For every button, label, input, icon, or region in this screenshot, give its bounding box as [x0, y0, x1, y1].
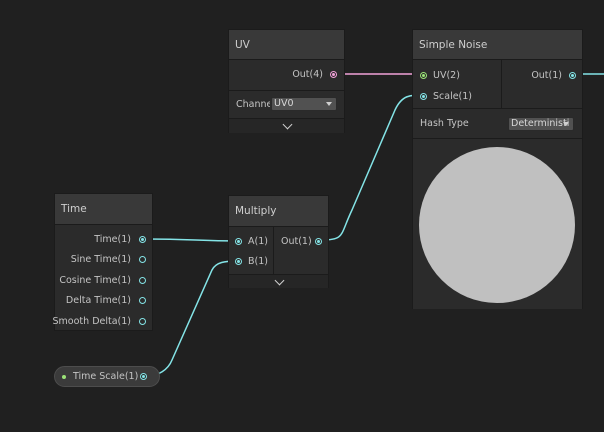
chevron-down-icon [282, 119, 292, 130]
multiply-output-label: Out(1) [281, 236, 312, 247]
smooth-delta-output-label: Smooth Delta(1) [52, 316, 131, 327]
simple-noise-header[interactable]: Simple Noise [413, 30, 582, 60]
uv-output-label: Out(4) [292, 69, 323, 80]
simple-noise-node[interactable]: Simple Noise UV(2) Scale(1) Out(1) Hash … [412, 29, 583, 309]
delta-time-output-label: Delta Time(1) [65, 295, 131, 306]
multiply-a-input-label: A(1) [248, 236, 268, 247]
sine-time-output-label: Sine Time(1) [70, 254, 131, 265]
simple-noise-title: Simple Noise [419, 39, 488, 51]
noise-settings-section: Hash Type Deterministi [413, 108, 582, 138]
cosine-time-output-label: Cosine Time(1) [59, 275, 131, 286]
hash-type-dropdown[interactable]: Deterministi [508, 117, 574, 131]
uv-node-header[interactable]: UV [229, 30, 344, 60]
multiply-node-title: Multiply [235, 205, 277, 217]
chevron-down-icon [274, 275, 284, 286]
uv-channel-dropdown[interactable]: UV0 [271, 97, 337, 111]
wire-time-to-multiply-a[interactable] [145, 238, 239, 242]
time-node[interactable]: Time Time(1) Sine Time(1) Cosine Time(1)… [52, 193, 153, 331]
noise-uv-input-label: UV(2) [433, 70, 460, 81]
noise-output-port[interactable] [569, 72, 576, 79]
uv-channel-value: UV0 [274, 98, 294, 109]
uv-channel-label: Channe [236, 99, 270, 110]
chevron-down-icon [563, 122, 569, 126]
wire-timescale-to-multiply-b[interactable] [146, 260, 239, 377]
uv-expand-bar[interactable] [229, 118, 344, 133]
noise-uv-input-port[interactable] [420, 72, 427, 79]
time-scale-property-node[interactable]: Time Scale(1) [54, 366, 160, 387]
multiply-a-input-port[interactable] [235, 238, 242, 245]
noise-scale-input-label: Scale(1) [433, 91, 473, 102]
cosine-time-output-port[interactable] [139, 277, 146, 284]
delta-time-output-port[interactable] [139, 297, 146, 304]
uv-node[interactable]: UV Out(4) Channe UV0 [228, 29, 345, 133]
time-scale-output-port[interactable] [140, 373, 147, 380]
chevron-down-icon [326, 102, 332, 106]
noise-preview [413, 138, 582, 309]
hash-type-value: Deterministi [511, 118, 570, 129]
multiply-node[interactable]: Multiply A(1) B(1) Out(1) [228, 195, 329, 288]
multiply-output-port[interactable] [315, 238, 322, 245]
property-exposed-dot [62, 375, 66, 379]
noise-output-label: Out(1) [531, 70, 562, 81]
noise-preview-circle [419, 147, 575, 303]
multiply-b-input-label: B(1) [248, 256, 268, 267]
sine-time-output-port[interactable] [139, 256, 146, 263]
smooth-delta-output-port[interactable] [139, 318, 146, 325]
multiply-expand-bar[interactable] [229, 274, 328, 288]
uv-settings-section: Channe UV0 [229, 90, 344, 118]
time-node-title: Time [61, 203, 87, 215]
time-output-label: Time(1) [94, 234, 131, 245]
port-divider [501, 60, 502, 108]
port-divider [273, 227, 274, 274]
hash-type-label: Hash Type [420, 118, 469, 129]
uv-output-port[interactable] [330, 71, 337, 78]
noise-scale-input-port[interactable] [420, 93, 427, 100]
uv-node-title: UV [235, 39, 250, 51]
time-node-header[interactable]: Time [55, 194, 152, 225]
time-output-port[interactable] [139, 236, 146, 243]
time-scale-label: Time Scale(1) [73, 371, 139, 382]
multiply-node-header[interactable]: Multiply [229, 196, 328, 227]
multiply-b-input-port[interactable] [235, 258, 242, 265]
